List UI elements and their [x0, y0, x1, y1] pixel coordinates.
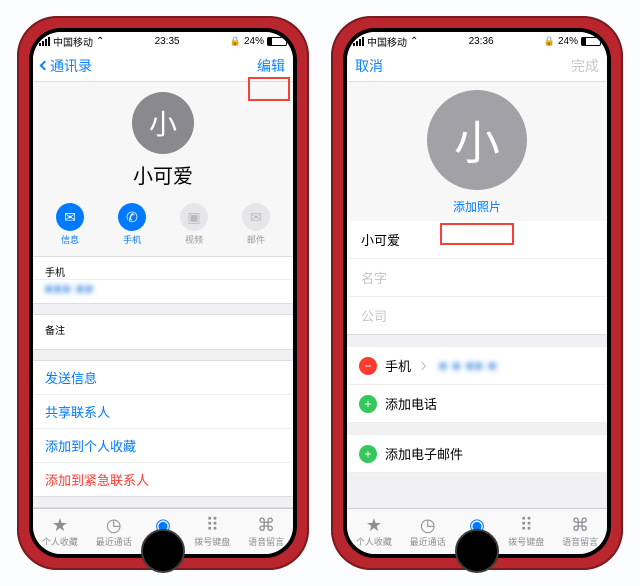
clock-icon: ◷: [106, 516, 122, 534]
action-label: 邮件: [247, 233, 265, 246]
tab-keypad[interactable]: ⠿拨号键盘: [508, 516, 544, 548]
battery-percent: 24%: [244, 36, 264, 47]
phone-frame-view: 中国移动 ⌃ 23:35 🔒 24% 通讯录 编辑: [17, 16, 309, 570]
action-video: ▣ 视频: [180, 203, 208, 246]
phone-number[interactable]: ■■■ ■■: [33, 279, 293, 303]
carrier-label: 中国移动: [53, 34, 93, 49]
video-icon: ▣: [180, 203, 208, 231]
signal-icon: [39, 37, 50, 46]
content-scroll[interactable]: 小可爱 名字 公司 − 手机 ■ ■ ■■ ■ + 添加电话 +: [347, 221, 607, 508]
status-bar: 中国移动 ⌃ 23:36 🔒 24%: [347, 32, 607, 50]
phone-row[interactable]: − 手机 ■ ■ ■■ ■: [347, 347, 607, 385]
phone-icon: ✆: [118, 203, 146, 231]
tab-recents[interactable]: ◷最近通话: [410, 516, 446, 548]
voicemail-icon: ⌘: [571, 516, 589, 534]
voicemail-icon: ⌘: [257, 516, 275, 534]
last-name-field[interactable]: 小可爱: [347, 221, 607, 258]
tab-voicemail[interactable]: ⌘语音留言: [248, 516, 284, 548]
add-email-row[interactable]: + 添加电子邮件: [347, 435, 607, 473]
carrier-label: 中国移动: [367, 34, 407, 49]
contact-name: 小可爱: [133, 160, 193, 189]
link-add-favorites[interactable]: 添加到个人收藏: [33, 428, 293, 462]
add-icon: +: [359, 395, 377, 413]
wifi-icon: ⌃: [410, 36, 418, 47]
clock-time: 23:35: [155, 36, 180, 47]
back-button[interactable]: 通讯录: [41, 56, 92, 76]
company-field[interactable]: 公司: [347, 296, 607, 334]
action-mail: ✉ 邮件: [242, 203, 270, 246]
add-email-label: 添加电子邮件: [385, 444, 463, 463]
tab-voicemail[interactable]: ⌘语音留言: [562, 516, 598, 548]
star-icon: ★: [52, 516, 68, 534]
back-label: 通讯录: [50, 56, 92, 76]
add-phone-label: 添加电话: [385, 394, 437, 413]
link-send-message[interactable]: 发送信息: [33, 361, 293, 394]
content-scroll[interactable]: 手机 ■■■ ■■ 备注 发送信息 共享联系人 添加到个人收藏 添加到紧急联系人…: [33, 256, 293, 508]
edit-button[interactable]: 编辑: [257, 56, 285, 76]
action-label: 手机: [123, 233, 141, 246]
lock-icon: 🔒: [544, 36, 555, 47]
mail-icon: ✉: [242, 203, 270, 231]
add-phone-row[interactable]: + 添加电话: [347, 385, 607, 423]
add-photo-link[interactable]: 添加照片: [445, 196, 509, 217]
keypad-icon: ⠿: [520, 516, 533, 534]
add-icon: +: [359, 445, 377, 463]
contact-actions: ✉ 信息 ✆ 手机 ▣ 视频 ✉ 邮件: [33, 197, 293, 256]
lock-icon: 🔒: [230, 36, 241, 47]
done-button: 完成: [571, 56, 599, 76]
tab-recents[interactable]: ◷最近通话: [96, 516, 132, 548]
action-message[interactable]: ✉ 信息: [56, 203, 84, 246]
name-fields: 小可爱 名字 公司: [347, 221, 607, 335]
battery-icon: [581, 37, 601, 46]
first-name-field[interactable]: 名字: [347, 258, 607, 296]
signal-icon: [353, 37, 364, 46]
wifi-icon: ⌃: [96, 36, 104, 47]
clock-time: 23:36: [469, 36, 494, 47]
phone-type-label[interactable]: 手机: [385, 356, 411, 375]
contact-avatar[interactable]: 小: [427, 90, 527, 190]
cancel-button[interactable]: 取消: [355, 56, 383, 76]
phone-frame-edit: 中国移动 ⌃ 23:36 🔒 24% 取消 完成 小 添加照片: [331, 16, 623, 570]
battery-percent: 24%: [558, 36, 578, 47]
contact-avatar: 小: [132, 92, 194, 154]
tab-favorites[interactable]: ★个人收藏: [42, 516, 78, 548]
cancel-label: 取消: [355, 56, 383, 76]
link-share-contact[interactable]: 共享联系人: [33, 394, 293, 428]
chevron-right-icon: [418, 361, 426, 369]
phone-value[interactable]: ■ ■ ■■ ■: [439, 358, 497, 373]
phone-label: 手机: [33, 257, 293, 279]
notes-label[interactable]: 备注: [33, 315, 293, 349]
message-icon: ✉: [56, 203, 84, 231]
action-label: 信息: [61, 233, 79, 246]
action-label: 视频: [185, 233, 203, 246]
link-add-emergency[interactable]: 添加到紧急联系人: [33, 462, 293, 496]
home-button[interactable]: [141, 529, 185, 573]
star-icon: ★: [366, 516, 382, 534]
battery-icon: [267, 37, 287, 46]
nav-bar: 取消 完成: [347, 50, 607, 82]
home-button[interactable]: [455, 529, 499, 573]
contact-hero: 小 小可爱: [33, 82, 293, 197]
delete-phone-icon[interactable]: −: [359, 357, 377, 375]
chevron-left-icon: [40, 61, 50, 71]
keypad-icon: ⠿: [206, 516, 219, 534]
action-call[interactable]: ✆ 手机: [118, 203, 146, 246]
tab-favorites[interactable]: ★个人收藏: [356, 516, 392, 548]
status-bar: 中国移动 ⌃ 23:35 🔒 24%: [33, 32, 293, 50]
nav-bar: 通讯录 编辑: [33, 50, 293, 82]
edit-hero: 小 添加照片: [347, 82, 607, 221]
clock-icon: ◷: [420, 516, 436, 534]
tab-keypad[interactable]: ⠿拨号键盘: [194, 516, 230, 548]
